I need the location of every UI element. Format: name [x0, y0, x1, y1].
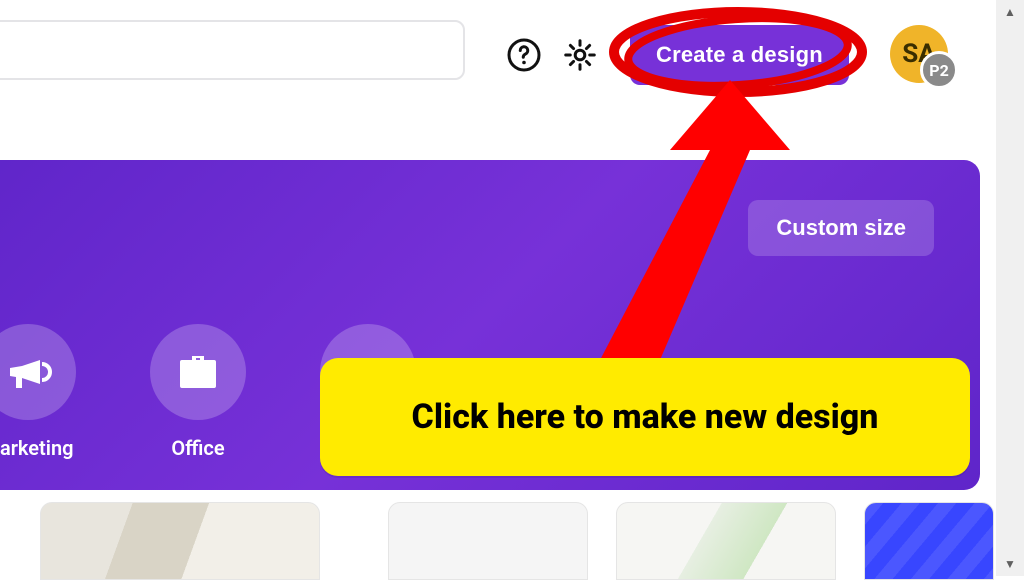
search-input[interactable]: [0, 20, 465, 80]
create-design-label: Create a design: [656, 42, 823, 68]
category-label: Office: [171, 436, 224, 460]
category-label: Marketing: [0, 436, 74, 460]
briefcase-icon: [150, 324, 246, 420]
avatar-plan-badge: P2: [920, 51, 958, 89]
scroll-down-arrow-icon[interactable]: ▼: [996, 552, 1024, 576]
annotation-callout-text: Click here to make new design: [412, 397, 879, 437]
help-icon[interactable]: [504, 35, 544, 75]
create-design-button[interactable]: Create a design: [630, 25, 849, 85]
scroll-up-arrow-icon[interactable]: ▲: [996, 0, 1024, 24]
app-viewport: Create a design SA P2 Custom size Market…: [0, 0, 996, 576]
custom-size-button[interactable]: Custom size: [748, 200, 934, 256]
template-thumb[interactable]: [40, 502, 320, 580]
megaphone-icon: [0, 324, 76, 420]
user-avatar[interactable]: SA P2: [890, 25, 948, 83]
template-thumb[interactable]: [864, 502, 994, 580]
category-marketing[interactable]: Marketing: [0, 324, 76, 460]
template-thumb[interactable]: [616, 502, 836, 580]
custom-size-label: Custom size: [776, 215, 906, 240]
settings-icon[interactable]: [560, 35, 600, 75]
annotation-callout: Click here to make new design: [320, 358, 970, 476]
template-thumbnails: [0, 502, 996, 580]
vertical-scrollbar[interactable]: ▲ ▼: [996, 0, 1024, 576]
category-office[interactable]: Office: [150, 324, 246, 460]
avatar-badge-text: P2: [929, 61, 949, 80]
template-thumb[interactable]: [388, 502, 588, 580]
top-bar: Create a design SA P2: [0, 0, 996, 110]
